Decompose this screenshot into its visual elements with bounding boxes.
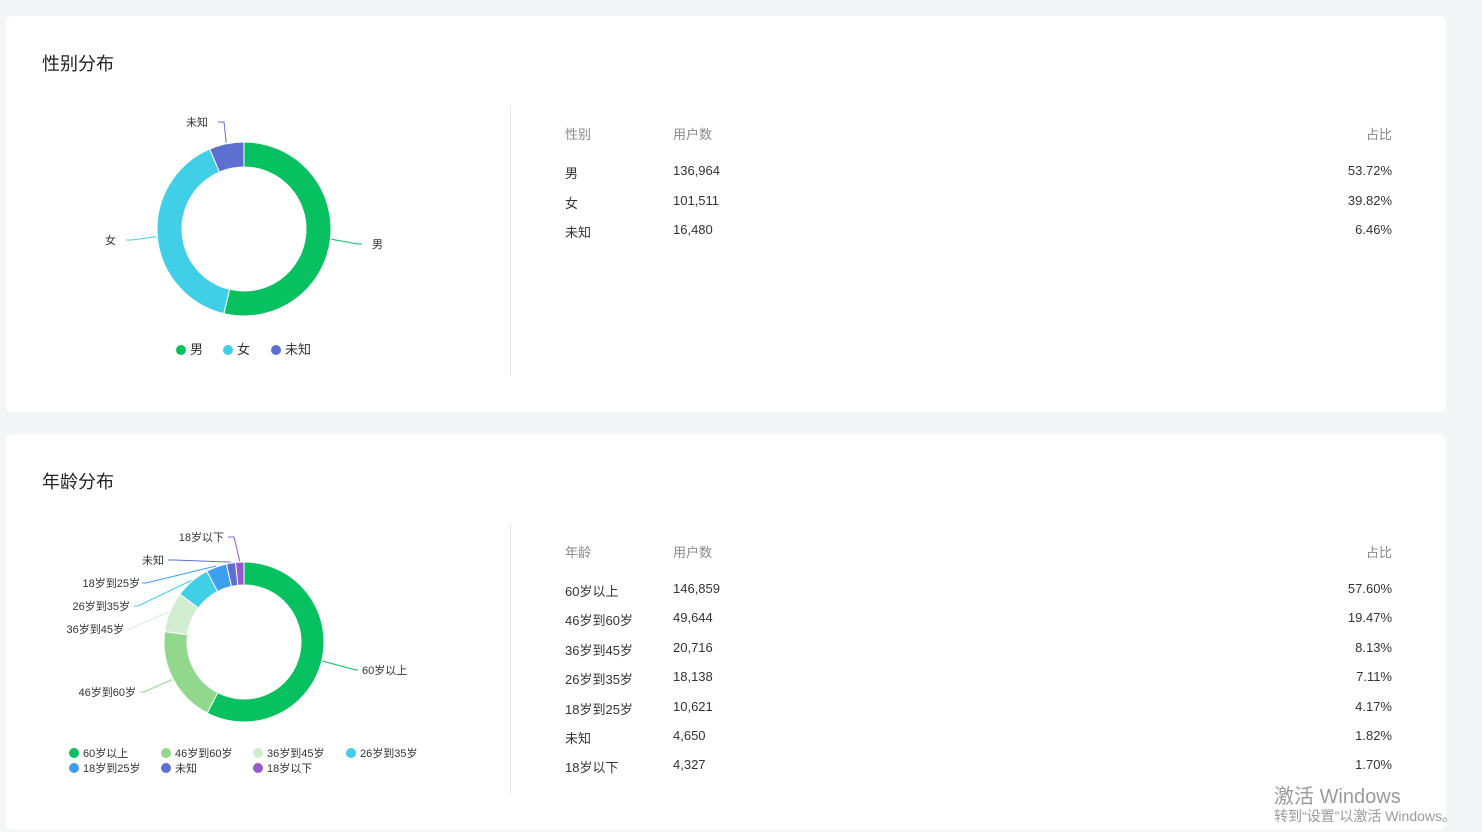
legend-label[interactable]: 46岁到60岁 bbox=[175, 746, 232, 760]
legend-label[interactable]: 18岁以下 bbox=[267, 761, 312, 775]
header-ratio: 占比 bbox=[1365, 545, 1392, 560]
header-age: 年龄 bbox=[565, 545, 592, 560]
legend-label[interactable]: 26岁到35岁 bbox=[360, 746, 417, 760]
row-label: 18岁以下 bbox=[565, 760, 619, 776]
legend-marker[interactable] bbox=[253, 748, 263, 758]
row-users: 136,964 bbox=[673, 163, 720, 178]
donut-slice[interactable] bbox=[156, 148, 231, 315]
table-row: 46岁到60岁 49,644 19.47% bbox=[565, 610, 1392, 639]
table-row: 女 101,511 39.82% bbox=[565, 193, 1392, 223]
legend-marker[interactable] bbox=[271, 345, 281, 355]
leader-line bbox=[218, 121, 227, 143]
legend-label[interactable]: 男 bbox=[190, 342, 203, 357]
header-ratio: 占比 bbox=[1365, 127, 1392, 142]
activation-watermark-title: 激活 Windows bbox=[1274, 786, 1401, 808]
legend-label[interactable]: 18岁到25岁 bbox=[83, 761, 140, 775]
slice-label: 18岁以下 bbox=[179, 530, 224, 544]
row-label: 46岁到60岁 bbox=[565, 613, 633, 629]
row-ratio: 57.60% bbox=[1347, 581, 1392, 596]
leader-line bbox=[126, 236, 157, 241]
slice-label: 36岁到45岁 bbox=[67, 622, 124, 636]
table-row: 未知 16,480 6.46% bbox=[565, 222, 1392, 252]
donut-slice[interactable] bbox=[223, 141, 332, 317]
leader-line bbox=[168, 559, 231, 563]
row-users: 18,138 bbox=[673, 669, 713, 685]
row-ratio: 1.82% bbox=[1355, 727, 1392, 743]
legend-marker[interactable] bbox=[161, 763, 171, 773]
slice-label: 18岁到25岁 bbox=[83, 576, 140, 590]
legend-label[interactable]: 女 bbox=[237, 342, 250, 357]
legend-label[interactable]: 未知 bbox=[285, 342, 311, 357]
slice-label: 未知 bbox=[142, 553, 164, 567]
slice-label: 女 bbox=[105, 233, 116, 247]
header-users: 用户数 bbox=[673, 127, 713, 142]
row-ratio: 6.46% bbox=[1355, 222, 1392, 238]
row-label: 未知 bbox=[565, 225, 592, 241]
row-label: 18岁到25岁 bbox=[565, 701, 633, 717]
legend-marker[interactable] bbox=[69, 763, 79, 773]
row-ratio: 7.11% bbox=[1356, 669, 1392, 685]
row-users: 49,644 bbox=[673, 610, 713, 626]
legend-label[interactable]: 36岁到45岁 bbox=[267, 746, 324, 760]
row-users: 101,511 bbox=[673, 192, 720, 208]
header-gender: 性别 bbox=[565, 127, 592, 142]
gender-table: 性别 用户数 占比 男 136,964 53.72% 女 101,511 39.… bbox=[565, 124, 1392, 252]
table-header: 年龄 用户数 占比 bbox=[565, 542, 1392, 562]
row-ratio: 39.82% bbox=[1347, 192, 1392, 208]
leader-line bbox=[140, 679, 173, 693]
slice-label: 未知 bbox=[186, 115, 208, 129]
divider bbox=[510, 106, 511, 376]
row-users: 4,327 bbox=[673, 757, 706, 773]
legend-label[interactable]: 未知 bbox=[175, 761, 197, 775]
age-donut-chart: 60岁以上46岁到60岁36岁到45岁26岁到35岁18岁到25岁未知18岁以下… bbox=[67, 530, 418, 775]
slice-label: 60岁以上 bbox=[362, 663, 407, 677]
row-label: 未知 bbox=[565, 730, 592, 746]
table-row: 36岁到45岁 20,716 8.13% bbox=[565, 640, 1392, 669]
slice-label: 26岁到35岁 bbox=[73, 599, 130, 613]
row-ratio: 4.17% bbox=[1355, 698, 1392, 714]
table-header: 性别 用户数 占比 bbox=[565, 124, 1392, 144]
legend-marker[interactable] bbox=[69, 748, 79, 758]
row-label: 26岁到35岁 bbox=[565, 672, 633, 688]
row-users: 4,650 bbox=[673, 727, 706, 743]
row-label: 36岁到45岁 bbox=[565, 642, 633, 658]
leader-line bbox=[128, 611, 170, 630]
row-label: 60岁以上 bbox=[565, 584, 619, 599]
table-row: 男 136,964 53.72% bbox=[565, 163, 1392, 193]
row-users: 16,480 bbox=[673, 222, 713, 238]
legend-marker[interactable] bbox=[346, 748, 356, 758]
row-ratio: 53.72% bbox=[1347, 163, 1392, 178]
row-users: 10,621 bbox=[673, 698, 713, 714]
legend-marker[interactable] bbox=[223, 345, 233, 355]
gender-card: 性别分布 男女未知男女未知 性别 用户数 占比 男 136,964 53.72%… bbox=[6, 16, 1446, 412]
row-ratio: 8.13% bbox=[1355, 639, 1392, 655]
table-row: 未知 4,650 1.82% bbox=[565, 728, 1392, 757]
table-row: 26岁到35岁 18,138 7.11% bbox=[565, 669, 1392, 698]
gender-donut-chart: 男女未知男女未知 bbox=[105, 115, 383, 357]
divider bbox=[510, 524, 511, 794]
table-row: 18岁到25岁 10,621 4.17% bbox=[565, 699, 1392, 728]
legend-label[interactable]: 60岁以上 bbox=[83, 746, 128, 760]
table-row: 60岁以上 146,859 57.60% bbox=[565, 581, 1392, 610]
slice-label: 男 bbox=[372, 239, 383, 251]
leader-line bbox=[331, 238, 362, 245]
leader-line bbox=[322, 660, 358, 671]
legend-marker[interactable] bbox=[253, 763, 263, 773]
row-ratio: 1.70% bbox=[1355, 757, 1392, 773]
donut-slice[interactable] bbox=[163, 631, 219, 714]
legend-marker[interactable] bbox=[176, 345, 186, 355]
row-ratio: 19.47% bbox=[1347, 610, 1392, 626]
row-label: 男 bbox=[565, 166, 579, 181]
slice-label: 46岁到60岁 bbox=[79, 685, 136, 699]
legend-marker[interactable] bbox=[161, 748, 171, 758]
activation-watermark-hint: 转到“设置”以激活 Windows。 bbox=[1274, 808, 1457, 824]
row-label: 女 bbox=[565, 195, 579, 211]
age-table: 年龄 用户数 占比 60岁以上 146,859 57.60% 46岁到60岁 4… bbox=[565, 542, 1392, 787]
row-users: 20,716 bbox=[673, 639, 713, 655]
header-users: 用户数 bbox=[673, 545, 713, 560]
table-row: 18岁以下 4,327 1.70% bbox=[565, 757, 1392, 786]
age-card: 年龄分布 60岁以上 46岁到60岁 36岁到45岁 26岁到35岁 18岁到25岁 未知… bbox=[6, 434, 1446, 830]
leader-line bbox=[228, 536, 241, 562]
row-users: 146,859 bbox=[673, 581, 720, 596]
